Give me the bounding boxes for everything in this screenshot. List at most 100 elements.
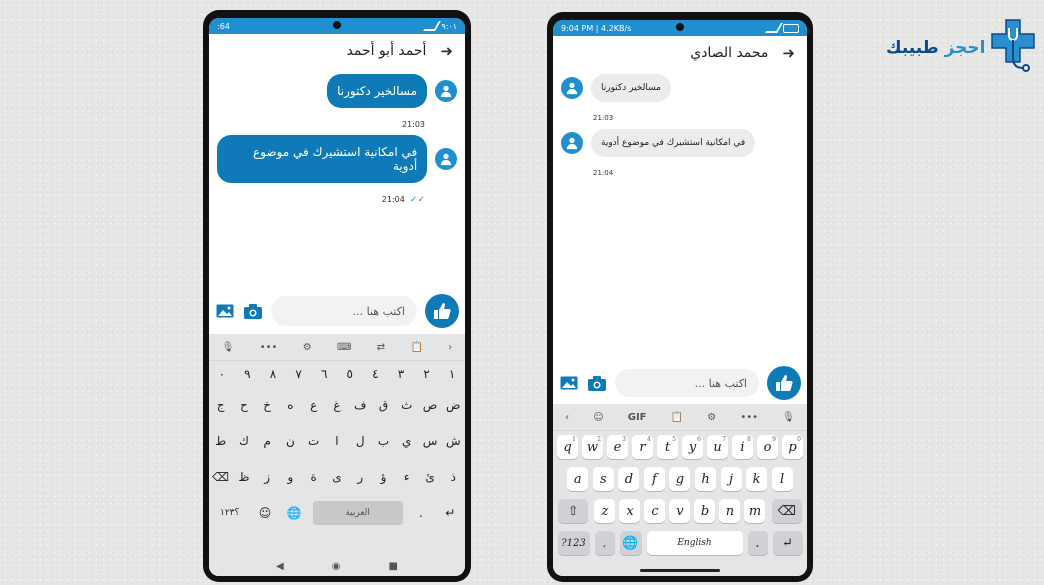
keyboard-key[interactable]: r4 (632, 435, 653, 459)
keyboard-key[interactable]: س (419, 434, 441, 448)
back-arrow-icon[interactable]: ➜ (440, 42, 453, 60)
keyboard-key[interactable]: ع (303, 398, 325, 412)
keyboard-key[interactable]: x (619, 499, 641, 523)
keyboard-key[interactable]: ؤ (372, 470, 394, 484)
keyboard-key[interactable]: w2 (582, 435, 603, 459)
keyboard-key[interactable]: ى (326, 470, 348, 484)
mic-icon[interactable]: 🎙 (782, 412, 795, 423)
keyboard-key[interactable]: k (746, 467, 768, 491)
keyboard-key[interactable]: g (669, 467, 691, 491)
back-arrow-icon[interactable]: ➜ (782, 44, 795, 62)
keyboard-key[interactable]: ح (233, 398, 255, 412)
nav-recents-icon[interactable]: ■ (388, 561, 397, 572)
keyboard-key[interactable]: ة (303, 470, 325, 484)
period-key[interactable]: . (747, 531, 768, 555)
nav-home-icon[interactable]: ◉ (332, 561, 341, 572)
enter-icon[interactable]: ↵ (772, 531, 803, 555)
keyboard-key[interactable]: ق (372, 398, 394, 412)
keyboard-key[interactable]: ر (349, 470, 371, 484)
keyboard-key[interactable]: m (744, 499, 766, 523)
keyboard-key[interactable]: ظ (233, 470, 255, 484)
keyboard-key[interactable]: b (694, 499, 716, 523)
keyboard-key[interactable]: ٨ (262, 367, 284, 381)
keyboard-key[interactable]: ئ (419, 470, 441, 484)
keyboard-key[interactable]: n (719, 499, 741, 523)
symbols-key[interactable]: ؟١٢٣ (213, 508, 247, 518)
keyboard-key[interactable]: ه (279, 398, 301, 412)
shift-key[interactable]: ⇧ (558, 499, 589, 523)
enter-icon[interactable]: ↵ (439, 506, 461, 520)
keyboard-key[interactable]: ن (279, 434, 301, 448)
clipboard-icon[interactable]: 📋 (411, 342, 423, 353)
gear-icon[interactable]: ⚙ (303, 342, 312, 353)
keyboard-key[interactable]: ٤ (364, 367, 386, 381)
thumbs-up-send-button[interactable] (767, 366, 801, 400)
keyboard-key[interactable]: ٠ (211, 367, 233, 381)
keyboard-key[interactable]: u7 (707, 435, 728, 459)
symbols-key[interactable]: ?123 (557, 531, 590, 555)
keyboard-key[interactable]: y6 (682, 435, 703, 459)
keyboard-key[interactable]: ١ (441, 367, 463, 381)
keyboard-key[interactable]: ف (349, 398, 371, 412)
keyboard-key[interactable]: و (279, 470, 301, 484)
mic-icon[interactable]: 🎙 (222, 342, 235, 353)
message-bubble[interactable]: مسالخير دكتورنا (591, 74, 671, 102)
keyboard-key[interactable]: خ (256, 398, 278, 412)
keyboard-key[interactable]: q1 (557, 435, 578, 459)
keyboard-key[interactable]: ٦ (313, 367, 335, 381)
sticker-icon[interactable]: ☺ (593, 412, 603, 423)
keyboard-key[interactable]: غ (326, 398, 348, 412)
emoji-icon[interactable]: ☺ (254, 506, 276, 520)
comma-key[interactable]: , (594, 531, 615, 555)
keyboard-key[interactable]: d (618, 467, 640, 491)
space-key[interactable]: العربية (312, 501, 403, 525)
message-bubble[interactable]: مسالخير دكتورنا (327, 74, 427, 108)
keyboard-key[interactable]: ص (419, 398, 441, 412)
keyboard-key[interactable]: ط (210, 434, 232, 448)
clipboard-icon[interactable]: 📋 (671, 412, 683, 423)
keyboard-key[interactable]: ل (349, 434, 371, 448)
globe-icon[interactable]: 🌐 (619, 531, 642, 555)
message-input[interactable]: اكتب هنا ... (271, 296, 417, 326)
keyboard-key[interactable]: c (644, 499, 666, 523)
more-icon[interactable]: ••• (740, 412, 758, 423)
camera-icon[interactable] (243, 302, 263, 320)
keyboard-key[interactable]: ٥ (339, 367, 361, 381)
keyboard-key[interactable]: s (592, 467, 614, 491)
keyboard-key[interactable]: ء (396, 470, 418, 484)
keyboard-key[interactable]: f (643, 467, 665, 491)
keyboard-key[interactable]: ٣ (390, 367, 412, 381)
message-bubble[interactable]: في امكانية استشيرك في موضوع أدوية (217, 135, 428, 183)
keyboard-icon[interactable]: ⌨ (337, 342, 351, 353)
keyboard-key[interactable]: م (256, 434, 278, 448)
chevron-right-icon[interactable]: › (448, 342, 452, 353)
globe-icon[interactable]: 🌐 (283, 506, 305, 520)
gif-button[interactable]: GIF (628, 412, 647, 423)
camera-icon[interactable] (587, 374, 607, 392)
keyboard-key[interactable]: ٢ (416, 367, 438, 381)
keyboard-key[interactable]: ي (396, 434, 418, 448)
keyboard-key[interactable]: ك (233, 434, 255, 448)
keyboard-key[interactable]: z (594, 499, 616, 523)
keyboard-key[interactable]: v (669, 499, 691, 523)
message-bubble[interactable]: في امكانية استشيرك في موضوع أدوية (591, 129, 756, 157)
thumbs-up-send-button[interactable] (425, 294, 459, 328)
keyboard-key[interactable]: j (720, 467, 742, 491)
keyboard-key[interactable]: ث (396, 398, 418, 412)
message-input[interactable]: اكتب هنا ... (615, 369, 759, 397)
gear-icon[interactable]: ⚙ (707, 412, 716, 423)
backspace-key[interactable]: ⌫ (771, 499, 802, 523)
keyboard-key[interactable]: p0 (782, 435, 803, 459)
chevron-left-icon[interactable]: ‹ (565, 412, 569, 423)
keyboard-key[interactable]: ٧ (288, 367, 310, 381)
keyboard-key[interactable]: ذ (442, 470, 464, 484)
space-key[interactable]: English (646, 531, 743, 555)
translate-icon[interactable]: ⇄ (377, 342, 385, 353)
keyboard-key[interactable]: l (771, 467, 793, 491)
period-key[interactable]: . (410, 506, 432, 520)
keyboard-key[interactable]: ض (442, 398, 464, 412)
keyboard-key[interactable]: ج (210, 398, 232, 412)
keyboard-key[interactable]: a (567, 467, 589, 491)
backspace-key[interactable]: ⌫ (210, 470, 232, 484)
keyboard-key[interactable]: ز (256, 470, 278, 484)
